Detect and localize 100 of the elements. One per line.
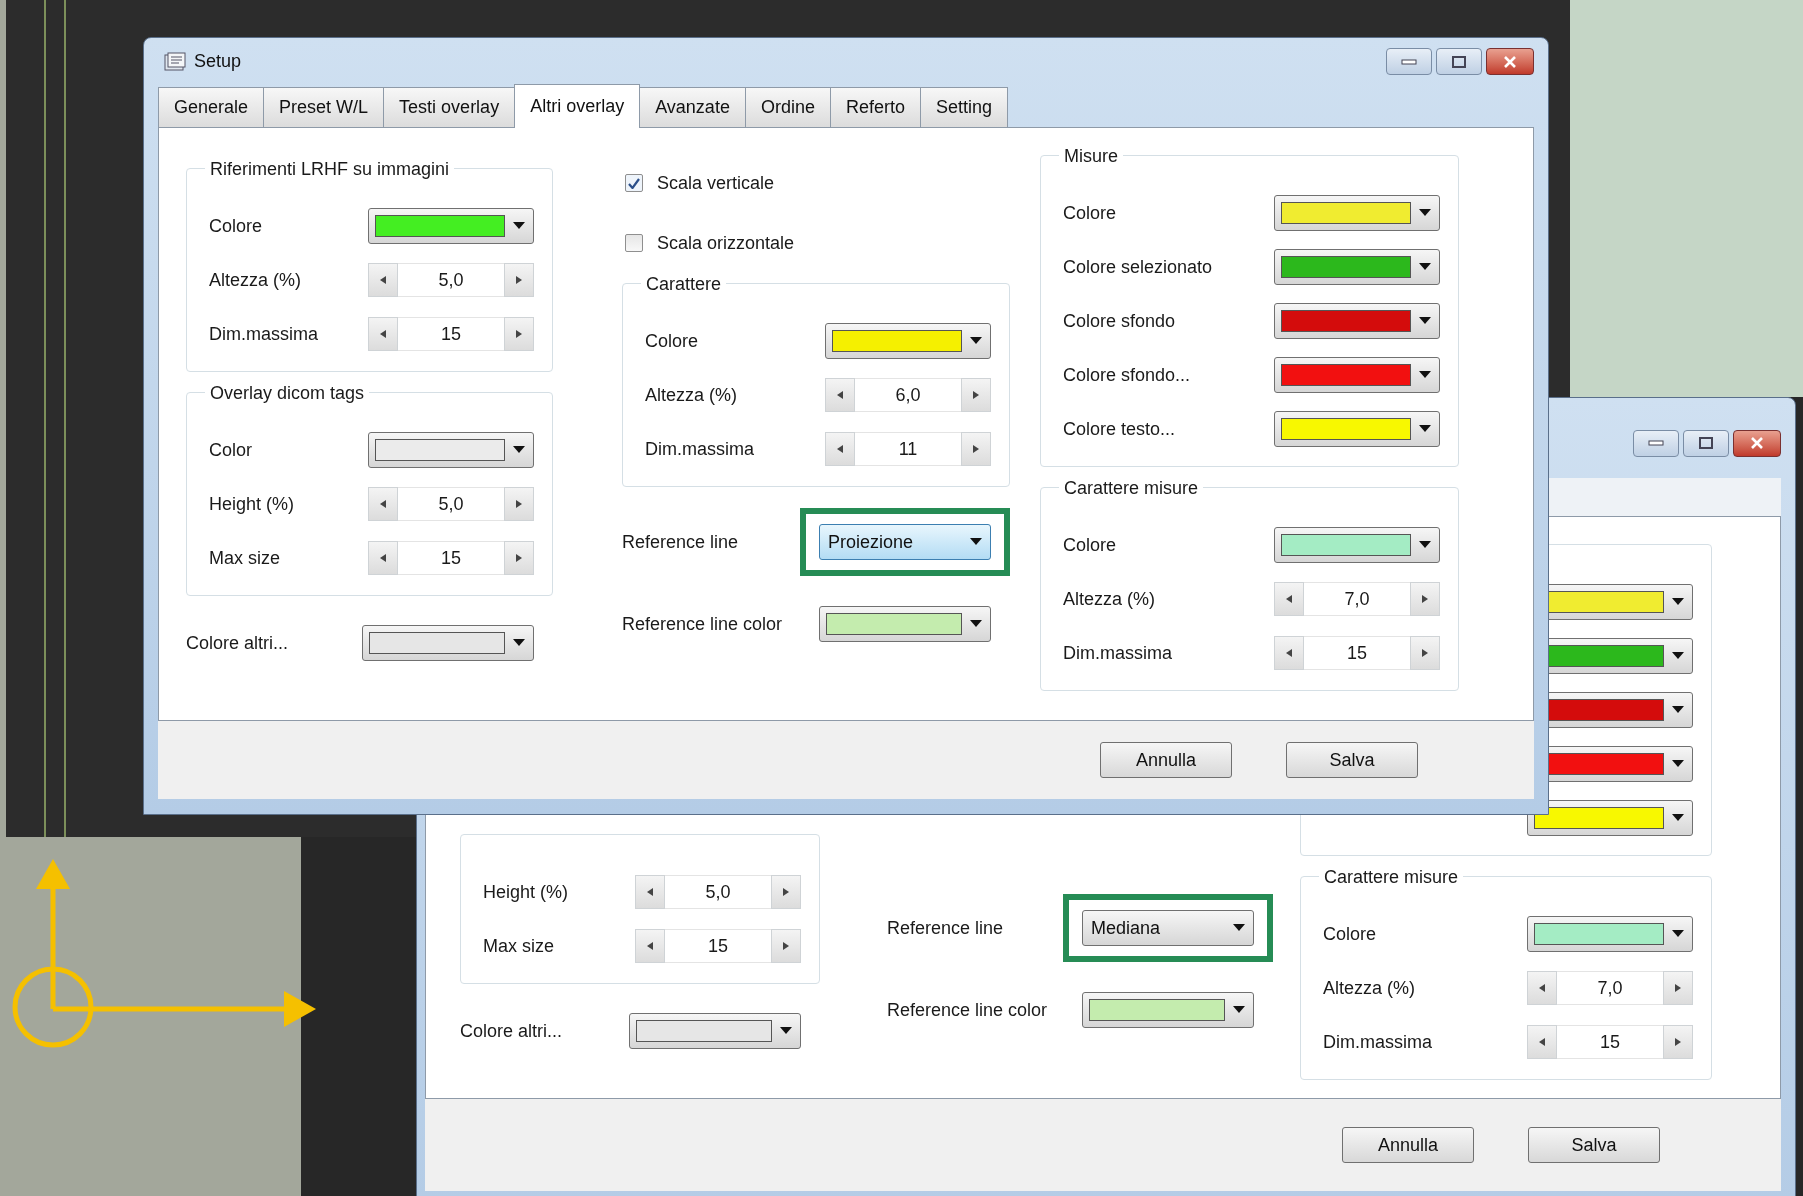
field-label: Colore: [1063, 533, 1117, 557]
checkbox[interactable]: [625, 234, 643, 252]
maximize-button[interactable]: [1436, 48, 1482, 75]
caret-icon: [780, 1027, 792, 1035]
number-field[interactable]: 5,0: [398, 263, 504, 297]
caret-icon: [970, 620, 982, 628]
right-arrow-icon: [516, 500, 522, 508]
color-dropdown[interactable]: [819, 606, 991, 642]
decrement-button[interactable]: [368, 487, 398, 521]
increment-button[interactable]: [1410, 582, 1440, 616]
field-label: Reference line color: [887, 998, 1048, 1022]
color-dropdown[interactable]: [1527, 916, 1693, 952]
decrement-button[interactable]: [368, 541, 398, 575]
dropdown[interactable]: Mediana: [1082, 910, 1254, 946]
decrement-button[interactable]: [368, 263, 398, 297]
increment-button[interactable]: [504, 317, 534, 351]
left-arrow-icon: [837, 445, 843, 453]
maximize-button[interactable]: [1683, 429, 1729, 457]
color-dropdown[interactable]: [1274, 411, 1440, 447]
number-field[interactable]: 15: [1304, 636, 1410, 670]
increment-button[interactable]: [961, 432, 991, 466]
increment-button[interactable]: [504, 541, 534, 575]
dialog-button[interactable]: Annulla: [1342, 1127, 1474, 1163]
caret-icon: [1419, 371, 1431, 379]
left-arrow-icon: [837, 391, 843, 399]
decrement-button[interactable]: [635, 929, 665, 963]
tab[interactable]: Altri overlay: [514, 84, 641, 128]
dialog-button[interactable]: Salva: [1286, 742, 1418, 778]
number-field[interactable]: 5,0: [398, 487, 504, 521]
increment-button[interactable]: [771, 875, 801, 909]
decrement-button[interactable]: [1527, 971, 1557, 1005]
color-dropdown[interactable]: [368, 432, 534, 468]
caret-icon: [970, 538, 982, 546]
tab[interactable]: Ordine: [744, 87, 831, 127]
color-dropdown[interactable]: [368, 208, 534, 244]
color-dropdown[interactable]: [1274, 249, 1440, 285]
decrement-button[interactable]: [1527, 1025, 1557, 1059]
tab[interactable]: Setting: [919, 87, 1008, 127]
color-dropdown[interactable]: [1082, 992, 1254, 1028]
tab[interactable]: Testi overlay: [383, 87, 516, 127]
color-dropdown[interactable]: [1274, 357, 1440, 393]
field-label: Colore altri...: [460, 1019, 563, 1043]
tab[interactable]: Referto: [829, 87, 921, 127]
number-field[interactable]: 15: [398, 541, 504, 575]
increment-button[interactable]: [1663, 971, 1693, 1005]
tab[interactable]: Avanzate: [639, 87, 746, 127]
decrement-button[interactable]: [368, 317, 398, 351]
increment-button[interactable]: [961, 378, 991, 412]
right-arrow-icon: [973, 445, 979, 453]
close-icon: [1503, 55, 1517, 68]
color-dropdown[interactable]: [1527, 800, 1693, 836]
number-field[interactable]: 15: [398, 317, 504, 351]
field-label: Colore sfondo...: [1063, 363, 1191, 387]
decrement-button[interactable]: [825, 378, 855, 412]
dropdown[interactable]: Proiezione: [819, 524, 991, 560]
right-arrow-icon: [516, 276, 522, 284]
close-button[interactable]: [1733, 429, 1781, 457]
decrement-button[interactable]: [825, 432, 855, 466]
app-icon: [164, 51, 186, 72]
caret-icon: [970, 337, 982, 345]
field-label: Colore: [1063, 201, 1117, 225]
increment-button[interactable]: [1663, 1025, 1693, 1059]
increment-button[interactable]: [504, 263, 534, 297]
field-label: Height (%): [209, 492, 295, 516]
number-field[interactable]: 6,0: [855, 378, 961, 412]
caret-icon: [1233, 924, 1245, 932]
decrement-button[interactable]: [1274, 582, 1304, 616]
left-arrow-icon: [647, 888, 653, 896]
increment-button[interactable]: [1410, 636, 1440, 670]
caret-icon: [513, 639, 525, 647]
tab[interactable]: Generale: [158, 87, 265, 127]
color-dropdown[interactable]: [1274, 527, 1440, 563]
number-field[interactable]: 15: [665, 929, 771, 963]
field-label: Max size: [209, 546, 280, 570]
checkmark-icon: [628, 177, 640, 189]
tab[interactable]: Preset W/L: [263, 87, 385, 127]
right-arrow-icon: [973, 391, 979, 399]
close-icon: [1750, 437, 1764, 449]
increment-button[interactable]: [504, 487, 534, 521]
number-field[interactable]: 11: [855, 432, 961, 466]
dialog-button[interactable]: Salva: [1528, 1127, 1660, 1163]
color-dropdown[interactable]: [1274, 195, 1440, 231]
number-field[interactable]: 7,0: [1304, 582, 1410, 616]
decrement-button[interactable]: [1274, 636, 1304, 670]
number-field[interactable]: 5,0: [665, 875, 771, 909]
close-button[interactable]: [1486, 48, 1534, 75]
increment-button[interactable]: [771, 929, 801, 963]
right-arrow-icon: [1422, 649, 1428, 657]
number-field[interactable]: 15: [1557, 1025, 1663, 1059]
right-arrow-icon: [516, 554, 522, 562]
number-field[interactable]: 7,0: [1557, 971, 1663, 1005]
decrement-button[interactable]: [635, 875, 665, 909]
dialog-button[interactable]: Annulla: [1100, 742, 1232, 778]
field-label: Colore testo...: [1063, 417, 1176, 441]
maximize-icon: [1699, 437, 1713, 449]
checkbox[interactable]: [625, 174, 643, 192]
color-dropdown[interactable]: [629, 1013, 801, 1049]
color-dropdown[interactable]: [1274, 303, 1440, 339]
color-dropdown[interactable]: [825, 323, 991, 359]
color-dropdown[interactable]: [362, 625, 534, 661]
